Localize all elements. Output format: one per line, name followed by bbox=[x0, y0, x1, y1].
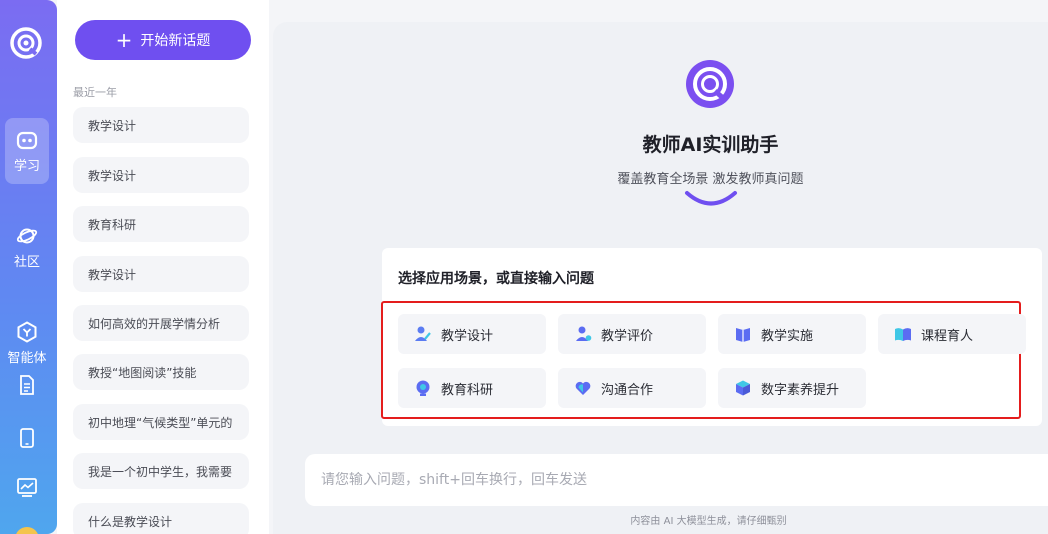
app-rail: 学习 社区 智能体 bbox=[0, 0, 57, 534]
scene-chip-research[interactable]: 教育科研 bbox=[398, 368, 546, 408]
scene-chip-label: 教学评价 bbox=[601, 328, 654, 344]
rail-item-study[interactable]: 学习 bbox=[5, 118, 49, 184]
scene-chip-label: 沟通合作 bbox=[601, 382, 654, 398]
plus-icon: + bbox=[115, 28, 133, 52]
open-book-icon bbox=[895, 328, 911, 341]
rail-item-agent[interactable]: 智能体 bbox=[5, 310, 49, 376]
avatar[interactable] bbox=[15, 527, 39, 534]
assistant-subtitle: 覆盖教育全场景 激发教师真问题 bbox=[617, 172, 804, 187]
planet-icon bbox=[16, 228, 38, 243]
scene-chip-label: 教育科研 bbox=[441, 382, 494, 398]
question-composer bbox=[305, 454, 1048, 506]
scene-highlight-box: 教学设计 教学评价 教学实施 课程育人 教育科研 沟通合作 数字素养提升 bbox=[381, 301, 1026, 419]
history-item[interactable]: 如何高效的开展学情分析 bbox=[73, 305, 249, 341]
scene-selector-title: 选择应用场景，或直接输入问题 bbox=[398, 271, 594, 287]
research-icon bbox=[416, 380, 430, 396]
scene-chip-label: 课程育人 bbox=[921, 328, 974, 344]
scene-chip-communication[interactable]: 沟通合作 bbox=[558, 368, 706, 408]
smile-decoration-icon bbox=[685, 191, 737, 206]
history-group-label: 最近一年 bbox=[73, 86, 117, 99]
chart-icon[interactable] bbox=[16, 476, 38, 498]
scene-chip-curriculum-education[interactable]: 课程育人 bbox=[878, 314, 1026, 354]
communication-icon bbox=[575, 381, 591, 395]
history-sidebar: + 开始新话题 最近一年 教学设计 教学设计 教育科研 教学设计 如何高效的开展… bbox=[57, 0, 269, 534]
main-area: 教师AI实训助手 覆盖教育全场景 激发教师真问题 选择应用场景，或直接输入问题 … bbox=[269, 0, 1048, 534]
history-item[interactable]: 教授“地图阅读”技能 bbox=[73, 354, 249, 390]
history-item[interactable]: 我是一个初中学生，我需要 bbox=[73, 453, 249, 489]
scene-chip-evaluation[interactable]: 教学评价 bbox=[558, 314, 706, 354]
app-logo-icon[interactable] bbox=[10, 27, 42, 59]
agent-hexagon-icon bbox=[17, 320, 37, 343]
teacher-design-icon bbox=[415, 326, 431, 341]
history-item[interactable]: 教学设计 bbox=[73, 256, 249, 292]
rail-item-label: 社区 bbox=[13, 254, 40, 270]
scene-chip-label: 教学实施 bbox=[761, 328, 814, 344]
scene-chip-label: 数字素养提升 bbox=[761, 382, 840, 398]
book-icon bbox=[736, 328, 750, 342]
question-input[interactable] bbox=[321, 472, 1048, 488]
assistant-logo-icon bbox=[686, 60, 734, 108]
document-icon[interactable] bbox=[16, 374, 38, 396]
app-window: 学习 社区 智能体 + 开始新话题 最近一年 教学设计 教学设计 教育科研 教学… bbox=[0, 0, 1048, 534]
rail-item-community[interactable]: 社区 bbox=[5, 214, 49, 280]
scene-chip-digital-literacy[interactable]: 数字素养提升 bbox=[718, 368, 866, 408]
new-topic-button[interactable]: + 开始新话题 bbox=[75, 20, 251, 60]
ai-disclaimer: 内容由 AI 大模型生成，请仔细甄别 bbox=[630, 516, 787, 527]
tablet-icon[interactable] bbox=[16, 427, 38, 449]
history-item[interactable]: 什么是教学设计 bbox=[73, 503, 249, 534]
rail-item-label: 学习 bbox=[13, 158, 40, 174]
scene-chip-implementation[interactable]: 教学实施 bbox=[718, 314, 866, 354]
history-item[interactable]: 教学设计 bbox=[73, 107, 249, 143]
new-topic-label: 开始新话题 bbox=[140, 33, 211, 49]
history-item[interactable]: 教学设计 bbox=[73, 157, 249, 193]
scene-chip-label: 教学设计 bbox=[441, 328, 494, 344]
scene-chip-teaching-design[interactable]: 教学设计 bbox=[398, 314, 546, 354]
rail-item-label: 智能体 bbox=[7, 350, 47, 366]
history-item[interactable]: 初中地理“气候类型”单元的 bbox=[73, 404, 249, 440]
robot-icon bbox=[16, 131, 38, 149]
cube-icon bbox=[736, 380, 750, 396]
evaluation-icon bbox=[576, 326, 592, 341]
history-item[interactable]: 教育科研 bbox=[73, 206, 249, 242]
scene-selector-card: 选择应用场景，或直接输入问题 教学设计 教学评价 教学实施 课程育人 教育科研 … bbox=[381, 248, 1042, 426]
assistant-title: 教师AI实训助手 bbox=[642, 134, 779, 156]
